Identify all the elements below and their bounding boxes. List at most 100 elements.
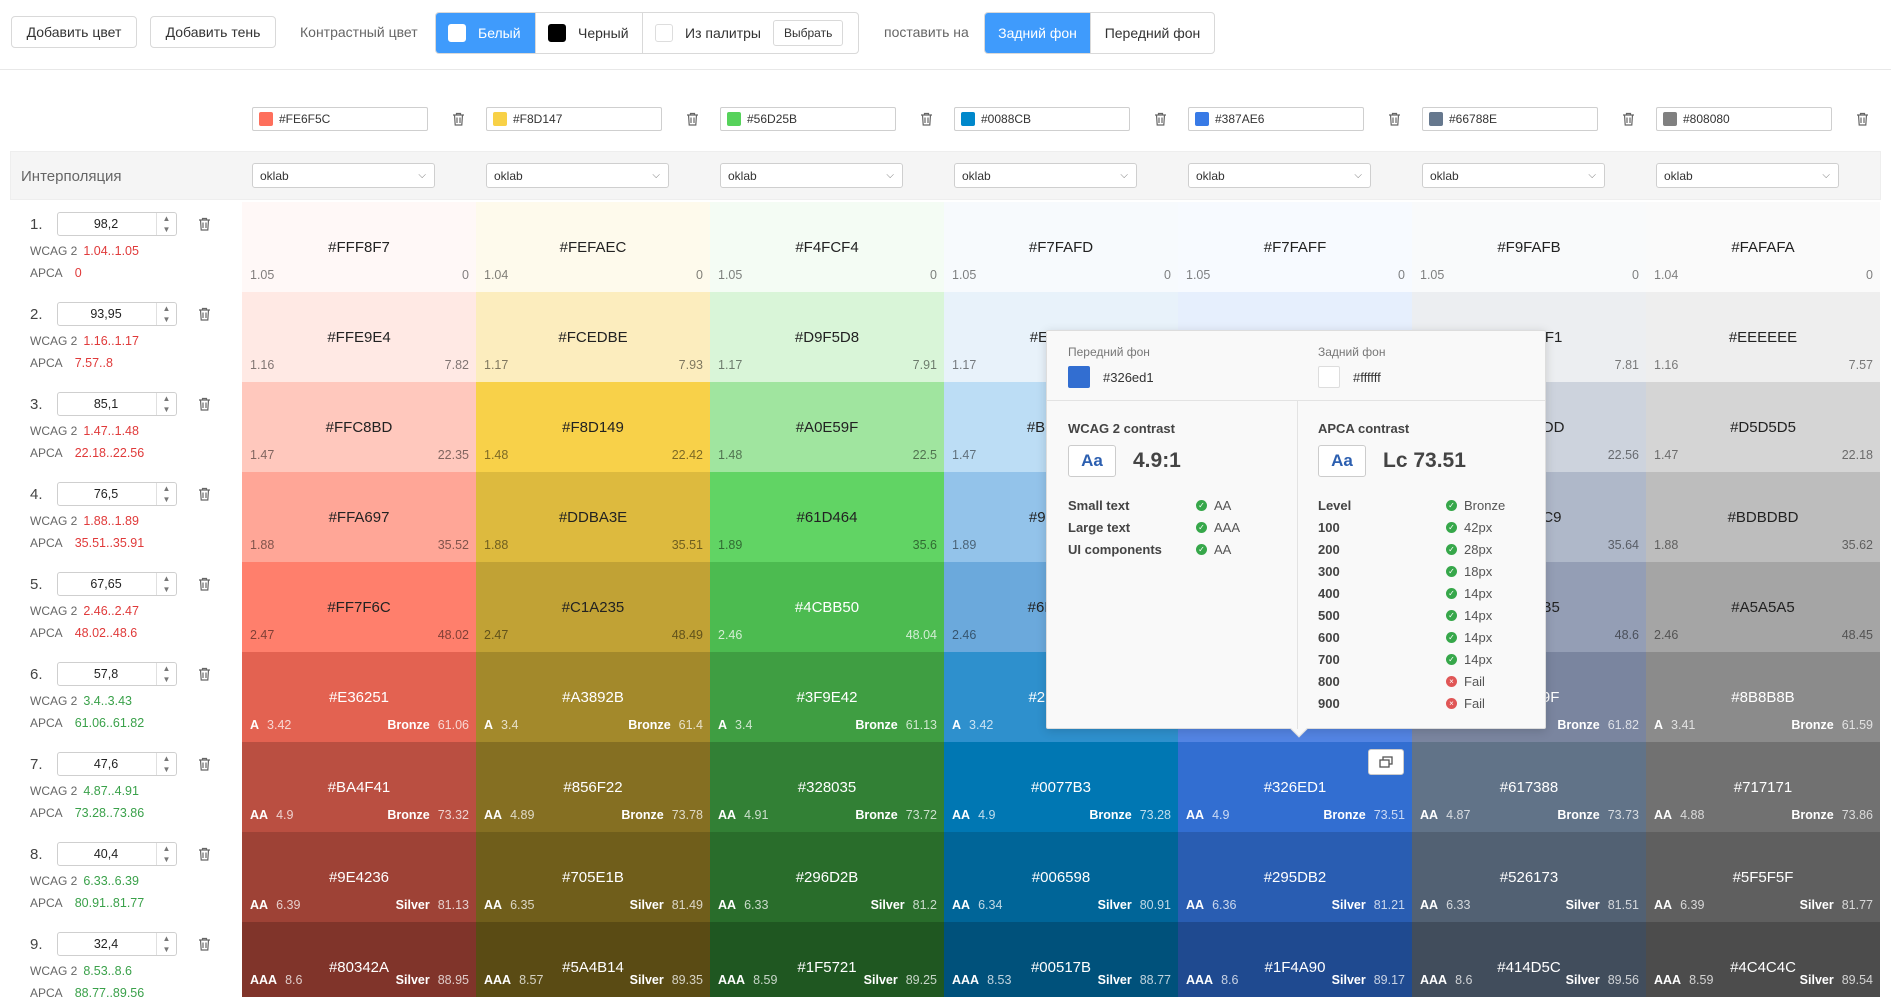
lightness-input[interactable]: 98,2 ▲ ▼	[57, 212, 177, 236]
interpolation-select[interactable]: oklab ⌵	[1422, 163, 1605, 188]
delete-column-trash-icon[interactable]	[684, 111, 700, 127]
color-cell[interactable]: #FFC8BD 1.47 22.35	[242, 382, 476, 472]
color-cell[interactable]: #3F9E42 A 3.4 Bronze 61.13	[710, 652, 944, 742]
color-cell[interactable]: #1F5721 AAA 8.59 Silver 89.25	[710, 922, 944, 997]
color-cell[interactable]: #006598 AA 6.34 Silver 80.91	[944, 832, 1178, 922]
column-hex-input[interactable]: #66788E	[1422, 107, 1598, 131]
delete-row-trash-icon[interactable]	[196, 576, 212, 592]
stepper-arrows[interactable]: ▲ ▼	[156, 483, 176, 505]
color-cell[interactable]: #5F5F5F AA 6.39 Silver 81.77	[1646, 832, 1880, 922]
stepper-arrows[interactable]: ▲ ▼	[156, 753, 176, 775]
color-cell[interactable]: #FFF8F7 1.05 0	[242, 202, 476, 292]
add-shadow-button[interactable]: Добавить тень	[150, 16, 276, 48]
column-hex-input[interactable]: #FE6F5C	[252, 107, 428, 131]
color-cell[interactable]: #FAFAFA 1.04 0	[1646, 202, 1880, 292]
lightness-input[interactable]: 67,65 ▲ ▼	[57, 572, 177, 596]
color-cell[interactable]: #617388 AA 4.87 Bronze 73.73	[1412, 742, 1646, 832]
contrast-palette-option[interactable]: Из палитры Выбрать	[643, 13, 858, 53]
stepper-arrows[interactable]: ▲ ▼	[156, 933, 176, 955]
column-hex-input[interactable]: #808080	[1656, 107, 1832, 131]
stepper-arrows[interactable]: ▲ ▼	[156, 393, 176, 415]
color-cell[interactable]: #A5A5A5 2.46 48.45	[1646, 562, 1880, 652]
lightness-input[interactable]: 32,4 ▲ ▼	[57, 932, 177, 956]
delete-column-trash-icon[interactable]	[1620, 111, 1636, 127]
column-hex-input[interactable]: #387AE6	[1188, 107, 1364, 131]
stepper-arrows[interactable]: ▲ ▼	[156, 843, 176, 865]
column-hex-input[interactable]: #F8D147	[486, 107, 662, 131]
delete-row-trash-icon[interactable]	[196, 756, 212, 772]
add-color-button[interactable]: Добавить цвет	[11, 16, 137, 48]
delete-column-trash-icon[interactable]	[450, 111, 466, 127]
contrast-black-option[interactable]: Черный	[536, 13, 643, 53]
color-cell[interactable]: #FF7F6C 2.47 48.02	[242, 562, 476, 652]
color-cell[interactable]: #BDBDBD 1.88 35.62	[1646, 472, 1880, 562]
color-cell[interactable]: #1F4A90 AAA 8.6 Silver 89.17	[1178, 922, 1412, 997]
stepper-arrows[interactable]: ▲ ▼	[156, 213, 176, 235]
pick-color-button[interactable]: Выбрать	[773, 20, 844, 46]
color-cell[interactable]: #328035 AA 4.91 Bronze 73.72	[710, 742, 944, 832]
interpolation-select[interactable]: oklab ⌵	[954, 163, 1137, 188]
column-hex-input[interactable]: #56D25B	[720, 107, 896, 131]
color-cell[interactable]: #F7FAFF 1.05 0	[1178, 202, 1412, 292]
color-cell[interactable]: #E36251 A 3.42 Bronze 61.06	[242, 652, 476, 742]
lightness-input[interactable]: 40,4 ▲ ▼	[57, 842, 177, 866]
color-cell[interactable]: #F9FAFB 1.05 0	[1412, 202, 1646, 292]
delete-column-trash-icon[interactable]	[1152, 111, 1168, 127]
color-cell[interactable]: #FCEDBE 1.17 7.93	[476, 292, 710, 382]
delete-row-trash-icon[interactable]	[196, 396, 212, 412]
stepper-arrows[interactable]: ▲ ▼	[156, 663, 176, 685]
contrast-white-option[interactable]: Белый	[436, 13, 536, 53]
delete-row-trash-icon[interactable]	[196, 846, 212, 862]
lightness-input[interactable]: 57,8 ▲ ▼	[57, 662, 177, 686]
delete-row-trash-icon[interactable]	[196, 936, 212, 952]
color-cell[interactable]: #0077B3 AA 4.9 Bronze 73.28	[944, 742, 1178, 832]
color-cell[interactable]: #80342A AAA 8.6 Silver 88.95	[242, 922, 476, 997]
color-cell[interactable]: #00517B AAA 8.53 Silver 88.77	[944, 922, 1178, 997]
delete-row-trash-icon[interactable]	[196, 306, 212, 322]
stepper-arrows[interactable]: ▲ ▼	[156, 303, 176, 325]
delete-row-trash-icon[interactable]	[196, 486, 212, 502]
color-cell[interactable]: #856F22 AA 4.89 Bronze 73.78	[476, 742, 710, 832]
color-cell[interactable]: #BA4F41 AA 4.9 Bronze 73.32	[242, 742, 476, 832]
copy-button[interactable]	[1368, 749, 1404, 775]
color-cell[interactable]: #C1A235 2.47 48.49	[476, 562, 710, 652]
delete-row-trash-icon[interactable]	[196, 216, 212, 232]
interpolation-select[interactable]: oklab ⌵	[486, 163, 669, 188]
lightness-input[interactable]: 76,5 ▲ ▼	[57, 482, 177, 506]
stepper-arrows[interactable]: ▲ ▼	[156, 573, 176, 595]
color-cell[interactable]: #61D464 1.89 35.6	[710, 472, 944, 562]
apply-background-option[interactable]: Задний фон	[985, 13, 1091, 53]
apply-foreground-option[interactable]: Передний фон	[1091, 13, 1214, 53]
column-hex-input[interactable]: #0088CB	[954, 107, 1130, 131]
delete-column-trash-icon[interactable]	[1386, 111, 1402, 127]
color-cell[interactable]: #295DB2 AA 6.36 Silver 81.21	[1178, 832, 1412, 922]
interpolation-select[interactable]: oklab ⌵	[1188, 163, 1371, 188]
color-cell[interactable]: #D5D5D5 1.47 22.18	[1646, 382, 1880, 472]
delete-column-trash-icon[interactable]	[1854, 111, 1870, 127]
delete-column-trash-icon[interactable]	[918, 111, 934, 127]
color-cell[interactable]: #A3892B A 3.4 Bronze 61.4	[476, 652, 710, 742]
delete-row-trash-icon[interactable]	[196, 666, 212, 682]
color-cell[interactable]: #526173 AA 6.33 Silver 81.51	[1412, 832, 1646, 922]
interpolation-select[interactable]: oklab ⌵	[252, 163, 435, 188]
lightness-input[interactable]: 93,95 ▲ ▼	[57, 302, 177, 326]
color-cell[interactable]: #5A4B14 AAA 8.57 Silver 89.35	[476, 922, 710, 997]
color-cell[interactable]: #FEFAEC 1.04 0	[476, 202, 710, 292]
color-cell[interactable]: #EEEEEE 1.16 7.57	[1646, 292, 1880, 382]
lightness-input[interactable]: 85,1 ▲ ▼	[57, 392, 177, 416]
color-cell[interactable]: #A0E59F 1.48 22.5	[710, 382, 944, 472]
color-cell[interactable]: #FFE9E4 1.16 7.82	[242, 292, 476, 382]
color-cell[interactable]: #8B8B8B A 3.41 Bronze 61.59	[1646, 652, 1880, 742]
color-cell[interactable]: #9E4236 AA 6.39 Silver 81.13	[242, 832, 476, 922]
color-cell[interactable]: #F7FAFD 1.05 0	[944, 202, 1178, 292]
color-cell[interactable]: #F8D149 1.48 22.42	[476, 382, 710, 472]
color-cell[interactable]: #F4FCF4 1.05 0	[710, 202, 944, 292]
interpolation-select[interactable]: oklab ⌵	[720, 163, 903, 188]
color-cell[interactable]: #414D5C AAA 8.6 Silver 89.56	[1412, 922, 1646, 997]
color-cell[interactable]: #FFA697 1.88 35.52	[242, 472, 476, 562]
color-cell[interactable]: #D9F5D8 1.17 7.91	[710, 292, 944, 382]
interpolation-select[interactable]: oklab ⌵	[1656, 163, 1839, 188]
color-cell[interactable]: #705E1B AA 6.35 Silver 81.49	[476, 832, 710, 922]
color-cell[interactable]: #4CBB50 2.46 48.04	[710, 562, 944, 652]
lightness-input[interactable]: 47,6 ▲ ▼	[57, 752, 177, 776]
